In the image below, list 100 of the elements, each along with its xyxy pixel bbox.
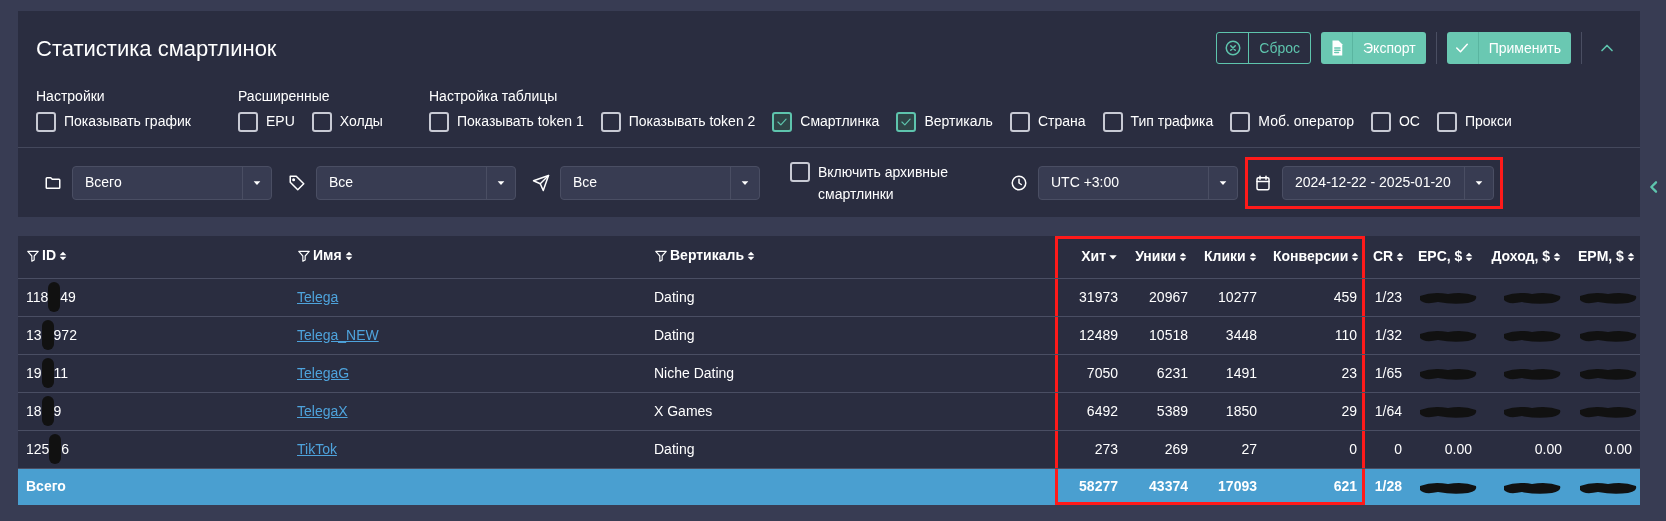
table-cell-text: 11 [53,363,69,383]
dropdown-select[interactable]: Все [316,165,516,200]
table-cell: 0 [1265,430,1365,468]
dropdown-select[interactable]: Все [560,165,760,200]
checkbox[interactable] [1230,111,1251,132]
table-cell: 58277 [1055,468,1126,505]
checkbox[interactable] [1437,111,1457,132]
table-cell: 10518 [1126,316,1196,354]
column-header[interactable]: Имя [313,245,342,266]
table-cell: 5389 [1126,392,1196,430]
checkbox[interactable] [311,111,332,132]
redaction-mark [41,396,54,426]
checkbox[interactable] [1009,111,1030,132]
group-title: Настройка таблицы [429,87,559,106]
table-cell: Dating [646,316,1055,354]
table-cell: 273 [1055,430,1126,468]
column-header[interactable]: CR [1373,246,1394,268]
filter-icon [26,248,40,263]
table-cell: 0 [1365,430,1410,468]
table-cell: 17093 [1196,468,1265,505]
table-cell: 29 [1265,392,1365,430]
filter-icon [654,248,668,263]
table-cell-text: 49 [60,287,76,307]
table-cell: 459 [1265,278,1365,316]
checkbox-label: Страна [1037,112,1086,131]
reset-button[interactable]: Сброс [1216,32,1312,64]
table-cell: 27 [1196,430,1265,468]
checkbox[interactable] [1371,111,1391,132]
table-cell: 7050 [1055,354,1126,392]
column-header[interactable]: EPM, $ [1578,246,1624,268]
column-header[interactable]: Доход, $ [1491,246,1550,268]
checkbox[interactable] [790,161,810,182]
column-header[interactable]: EPC, $ [1418,246,1463,268]
table-cell-text: 118 [26,287,49,307]
checkbox-label: Включить архивные смартлинки [818,162,949,204]
table-cell: Dating [646,278,1055,316]
link[interactable]: Telega [297,288,339,305]
checkbox[interactable] [1102,111,1123,132]
table-cell: 12489 [1055,316,1126,354]
redaction-mark [41,320,54,350]
checkbox-label: Показывать график [64,112,191,131]
redaction-mark [41,358,54,388]
table-cell-text: 972 [53,325,77,345]
checkbox-label: Показывать token 2 [628,112,756,131]
checkbox[interactable] [772,111,793,132]
checkbox-label: Показывать token 1 [457,112,584,131]
column-header[interactable]: ID [42,245,56,266]
clock-icon [1010,173,1028,192]
table-cell-text: 13 [26,325,42,345]
table-cell-text: 6 [61,439,70,459]
group-title: Расширенные [238,87,331,106]
checkbox-label: Моб. оператор [1258,112,1354,131]
table-cell: 0.00 [1480,430,1570,468]
checkbox[interactable] [429,111,449,132]
checkbox-label: ОС [1399,112,1420,131]
column-header[interactable]: Хит [1081,246,1106,268]
checkbox[interactable] [896,111,917,132]
table-cell: 6231 [1126,354,1196,392]
table-cell: 1850 [1196,392,1265,430]
table-cell: 1/65 [1365,354,1410,392]
column-header[interactable]: Конверсии [1273,246,1349,268]
link[interactable]: TelegaX [297,402,348,419]
link[interactable]: TikTok [297,440,337,457]
table-cell: Всего [18,468,289,505]
table-cell: 23 [1265,354,1365,392]
column-header[interactable]: Уники [1135,246,1176,268]
filter-icon [297,248,311,263]
table-cell: 1/28 [1365,468,1410,505]
table-cell-text: 125 [26,439,50,459]
table-cell: Dating [646,430,1055,468]
table-cell: Niche Dating [646,354,1055,392]
table-cell-text: 9 [53,401,62,421]
checkbox-label: EPU [266,112,295,131]
table-cell: 0.00 [1570,430,1640,468]
link[interactable]: TelegaG [297,364,350,381]
redaction-mark [48,282,61,312]
column-header[interactable]: Вертикаль [670,245,745,266]
table-cell: 1491 [1196,354,1265,392]
checkbox[interactable] [36,111,56,132]
timezone-select[interactable]: UTC +3:00 [1038,165,1238,200]
link[interactable]: Telega_NEW [297,326,379,343]
table-cell: 20967 [1126,278,1196,316]
close-circle-icon [1223,39,1242,57]
table-cell: 0.00 [1410,430,1480,468]
table-cell-text: 19 [26,363,42,383]
table-cell: 31973 [1055,278,1126,316]
date-range-select[interactable]: 2024-12-22 - 2025-01-20 [1282,165,1494,200]
column-header[interactable]: Клики [1204,246,1246,268]
calendar-icon [1254,173,1272,192]
table-cell: X Games [646,392,1055,430]
dropdown-select[interactable]: Всего [72,165,272,200]
checkbox-label: Тип трафика [1130,112,1214,131]
table-cell: 621 [1265,468,1365,505]
checkbox-label: Смартлинка [800,112,880,131]
tag-icon [288,173,306,192]
checkbox[interactable] [238,111,258,132]
checkbox[interactable] [600,111,621,132]
group-title: Настройки [36,87,106,106]
table-cell: 43374 [1126,468,1196,505]
table-cell: 269 [1126,430,1196,468]
